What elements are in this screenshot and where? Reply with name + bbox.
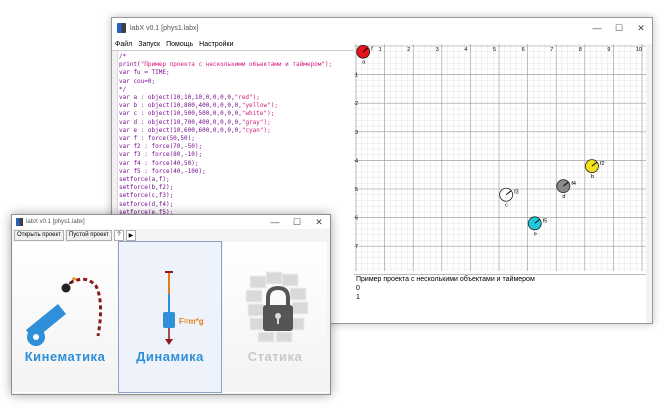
menu-file[interactable]: Файл — [112, 41, 135, 48]
minimize-button[interactable]: — — [264, 217, 286, 227]
code-line: /* — [119, 53, 127, 60]
code-line: var f4 : force(40,50); — [119, 159, 199, 167]
app-logo-icon — [16, 218, 23, 226]
object-e-label: e — [534, 231, 537, 237]
x-tick-label: 6 — [522, 47, 525, 53]
menu-run[interactable]: Запуск — [135, 41, 163, 48]
code-line: var e : object(10,600,600,0,0,0,0,"cyan"… — [119, 126, 271, 134]
app-logo-icon — [117, 23, 126, 33]
x-tick-label: 9 — [607, 47, 610, 53]
code-line: print("Пример проекта с несколькими объе… — [119, 61, 333, 69]
x-tick-label: 2 — [407, 47, 410, 53]
output-line: Пример проекта с несколькими объектами и… — [356, 276, 535, 283]
main-titlebar: labX v0.1 [phys1.labx] — ☐ ✕ — [112, 18, 652, 38]
play-icon[interactable]: ▶ — [125, 229, 136, 241]
code-line: var f3 : force(80,-10); — [119, 151, 203, 159]
maximize-button[interactable]: ☐ — [608, 23, 630, 34]
y-tick-label: 7 — [355, 244, 358, 250]
object-d-ball — [556, 179, 571, 194]
code-line: var fu = TIME; — [119, 69, 170, 77]
launcher-window: labX v0.1 [phys1.labx] — ☐ ✕ Открыть про… — [11, 214, 331, 395]
code-line: setforce(b,f2); — [119, 184, 174, 192]
cannon-icon — [26, 277, 103, 346]
code-line: var a : object(10,10,10,0,0,0,0,"red"); — [119, 94, 260, 101]
code-line: var f2 : force(70,-50); — [119, 143, 203, 151]
close-button[interactable]: ✕ — [308, 217, 330, 228]
force-f3-label: f3 — [514, 190, 519, 196]
y-tick-label: 4 — [355, 158, 358, 164]
close-button[interactable]: ✕ — [630, 23, 652, 34]
x-tick-label: 7 — [550, 47, 553, 53]
formula-text: F=m*g — [179, 317, 204, 326]
object-a-ball — [356, 44, 371, 59]
x-tick-label: 10 — [636, 47, 642, 53]
spring-weight-icon: F=m*g — [163, 271, 204, 345]
object-c-label: c — [505, 203, 508, 209]
y-tick-label: 1 — [355, 73, 358, 79]
mode-cards: Кинематика F=m*g Динамика Статика — [12, 241, 330, 394]
output-line: 0 — [356, 285, 360, 292]
code-line: var f : force(50,50); — [119, 135, 195, 142]
x-tick-label: 1 — [379, 47, 382, 53]
vertical-scrollbar[interactable] — [646, 44, 652, 323]
kinematics-card[interactable]: Кинематика — [13, 241, 117, 393]
statics-card[interactable]: Статика — [223, 241, 327, 393]
output-console: Пример проекта с несколькими объектами и… — [354, 274, 647, 323]
code-line: setforce(a,f); — [119, 176, 170, 183]
x-tick-label: 5 — [493, 47, 496, 53]
kinematics-label: Кинематика — [24, 349, 106, 364]
menu-settings[interactable]: Настройки — [196, 41, 236, 48]
simulation-grid[interactable]: 1 2 3 4 5 6 7 8 9 101234567faf2bf3cf4df5e — [354, 44, 647, 271]
code-line: var c : object(10,500,500,0,0,0,0,"white… — [119, 110, 275, 118]
y-tick-label: 5 — [355, 187, 358, 193]
code-line: var f5 : force(40,-100); — [119, 167, 206, 175]
y-tick-label: 2 — [355, 101, 358, 107]
empty-project-button[interactable]: Пустой проект — [65, 229, 112, 241]
launcher-toolbar: Открыть проект Пустой проект ? ▶ — [12, 229, 330, 241]
object-d-label: d — [562, 194, 565, 200]
code-line: var b : object(10,800,400,0,0,0,0,"yello… — [119, 102, 278, 110]
object-b-label: b — [591, 174, 594, 180]
force-f4-label: f4 — [571, 181, 576, 187]
code-line: setforce(d,f4); — [119, 200, 174, 208]
menu-help[interactable]: Помощь — [163, 41, 196, 48]
x-tick-label: 8 — [579, 47, 582, 53]
open-project-button[interactable]: Открыть проект — [14, 229, 64, 241]
x-tick-label: 4 — [464, 47, 467, 53]
help-icon[interactable]: ? — [113, 229, 124, 241]
dynamics-label: Динамика — [136, 349, 204, 364]
grid-background — [354, 44, 647, 271]
dynamics-card[interactable]: F=m*g Динамика — [118, 241, 222, 393]
code-line: setforce(c,f3); — [119, 192, 174, 200]
output-line: 1 — [356, 294, 360, 301]
y-tick-label: 3 — [355, 130, 358, 136]
code-line: */ — [119, 85, 127, 93]
launcher-title: labX v0.1 [phys1.labx] — [26, 219, 85, 225]
padlock-brick-icon — [245, 271, 309, 343]
launcher-titlebar: labX v0.1 [phys1.labx] — ☐ ✕ — [12, 215, 330, 229]
x-tick-label: 3 — [436, 47, 439, 53]
code-line: var cou=0; — [119, 77, 156, 85]
force-f5-label: f5 — [543, 218, 548, 224]
statics-label: Статика — [247, 349, 303, 364]
code-line: var d : object(10,700,400,0,0,0,0,"gray"… — [119, 118, 271, 126]
window-title: labX v0.1 [phys1.labx] — [130, 24, 199, 32]
maximize-button[interactable]: ☐ — [286, 217, 308, 228]
y-tick-label: 6 — [355, 216, 358, 222]
force-f2-label: f2 — [600, 161, 605, 167]
minimize-button[interactable]: — — [586, 23, 608, 33]
